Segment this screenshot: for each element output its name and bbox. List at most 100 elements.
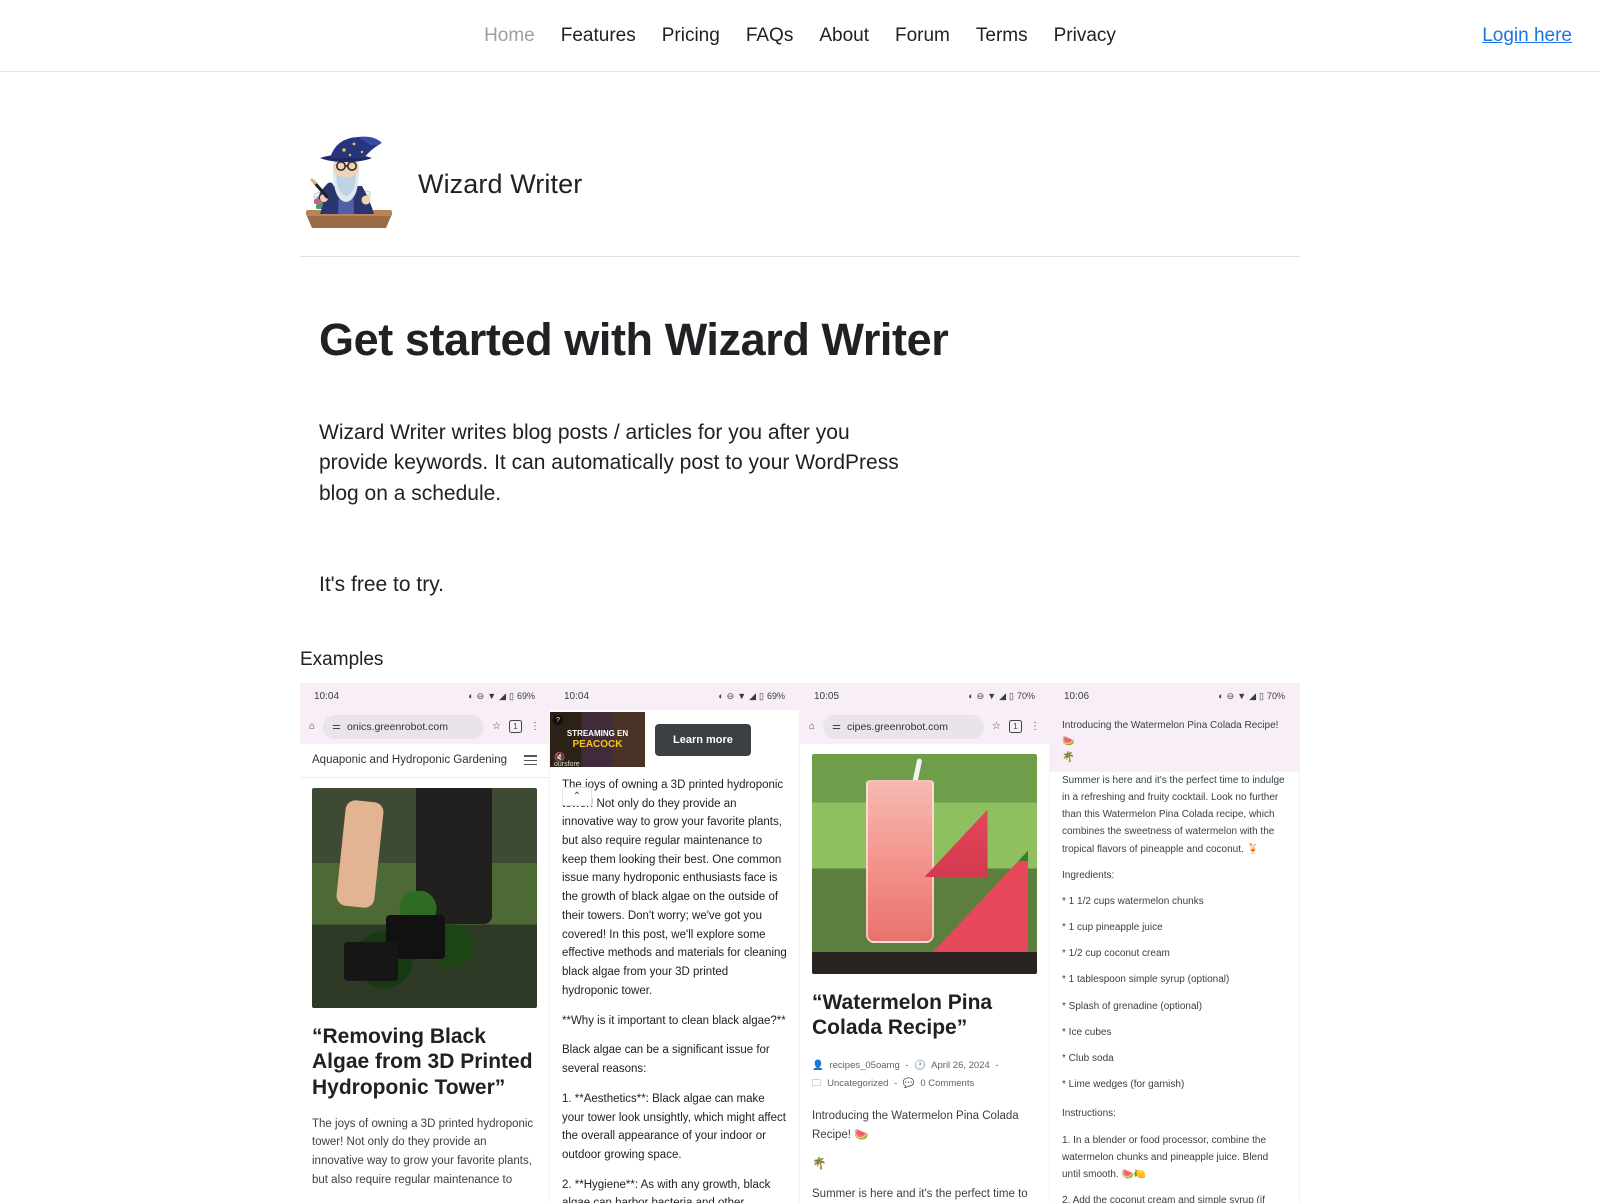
ingredient-item: * Club soda xyxy=(1062,1053,1114,1065)
phone-status-bar: 10:04 ◐ ⊖ ▼ ◢ ▯ 69% xyxy=(550,682,799,710)
tab-count-button[interactable]: 1 xyxy=(509,720,522,734)
ingredient-item: * 1 cup pineapple juice xyxy=(1062,922,1163,934)
example-screenshot-3[interactable]: 10:05 ◐ ⊖ ▼ ◢ ▯ 70% ⌂ ⚌ cipes.greenrobot… xyxy=(800,682,1050,1203)
page-title: Get started with Wizard Writer xyxy=(319,314,949,365)
comment-icon: 💬 xyxy=(902,1078,915,1090)
nav-link-about[interactable]: About xyxy=(819,25,869,47)
article-body: The joys of owning a 3D printed hydropon… xyxy=(312,1115,537,1190)
hero-paragraph: Wizard Writer writes blog posts / articl… xyxy=(319,421,899,505)
article-body: Introducing the Watermelon Pina Colada R… xyxy=(812,1107,1037,1203)
overflow-menu-icon[interactable]: ⋮ xyxy=(1030,721,1040,732)
article-paragraph: Summer is here and it's the perfect time… xyxy=(812,1187,1028,1200)
article-paragraph: Summer is here and it's the perfect time… xyxy=(1062,774,1285,855)
collapse-ad-chevron-up-icon[interactable]: ⌃ xyxy=(562,786,592,806)
battery-percent: 69% xyxy=(516,691,535,702)
address-bar[interactable]: ⚌ onics.greenrobot.com xyxy=(323,714,485,739)
nav-link-home[interactable]: Home xyxy=(484,25,535,47)
ingredient-item: * 1/2 cup coconut cream xyxy=(1062,948,1170,960)
ad-line-1: STREAMING EN xyxy=(566,728,629,738)
battery-icon: ▯ xyxy=(759,690,764,701)
nav-link-pricing[interactable]: Pricing xyxy=(662,25,720,47)
instructions-list: 1. In a blender or food processor, combi… xyxy=(1062,1132,1287,1203)
nav-link-terms[interactable]: Terms xyxy=(976,25,1028,47)
nav-links: Home Features Pricing FAQs About Forum T… xyxy=(484,25,1116,47)
hero-free-line: It's free to try. xyxy=(319,572,444,596)
article-emoji-line: 🌴 xyxy=(812,1158,827,1171)
ad-line-2: PEACOCK xyxy=(572,738,623,750)
status-icons: ◐ ⊖ ▼ ◢ ▯ 70% xyxy=(1218,691,1285,702)
login-link[interactable]: Login here xyxy=(1482,25,1572,47)
article-title: “Watermelon Pina Colada Recipe” xyxy=(812,990,993,1040)
address-bar-url: onics.greenrobot.com xyxy=(347,720,448,733)
phone-status-bar: 10:04 ◐ ⊖ ▼ ◢ ▯ 69% xyxy=(300,682,549,710)
article-title: “Removing Black Algae from 3D Printed Hy… xyxy=(312,1024,533,1100)
address-bar[interactable]: ⚌ cipes.greenrobot.com xyxy=(823,714,985,739)
do-not-disturb-icon: ⊖ xyxy=(726,690,735,701)
signal-icon: ◢ xyxy=(749,690,757,701)
brightness-icon: ◐ xyxy=(968,691,974,702)
home-icon[interactable]: ⌂ xyxy=(809,721,815,732)
do-not-disturb-icon: ⊖ xyxy=(976,690,985,701)
article-paragraph: Introducing the Watermelon Pina Colada R… xyxy=(812,1110,1019,1141)
page-body: Wizard Writer Get started with Wizard Wr… xyxy=(0,72,1600,1203)
status-time: 10:04 xyxy=(314,690,340,702)
article-meta-line-1: 👤 recipes_05oamg - 🕐 April 26, 2024 - xyxy=(812,1057,1037,1075)
status-time: 10:06 xyxy=(1064,690,1090,702)
bookmark-star-icon[interactable]: ☆ xyxy=(992,721,1001,732)
ingredient-item: * Ice cubes xyxy=(1062,1026,1112,1038)
article-list-item: 1. **Aesthetics**: Black algae can make … xyxy=(562,1092,786,1162)
nav-link-faqs[interactable]: FAQs xyxy=(746,25,794,47)
tab-count-button[interactable]: 1 xyxy=(1009,720,1022,734)
example-screenshot-1[interactable]: 10:04 ◐ ⊖ ▼ ◢ ▯ 69% ⌂ ⚌ onics.greenrobot… xyxy=(300,682,550,1203)
browser-omnibox-row: ⌂ ⚌ cipes.greenrobot.com ☆ 1 ⋮ xyxy=(800,709,1049,744)
article-subheading: **Why is it important to clean black alg… xyxy=(562,1014,786,1027)
home-icon[interactable]: ⌂ xyxy=(309,721,315,732)
learn-more-button[interactable]: Learn more xyxy=(655,723,751,756)
wifi-icon: ▼ xyxy=(737,691,747,702)
battery-icon: ▯ xyxy=(1009,690,1014,701)
brand-name: Wizard Writer xyxy=(418,168,583,199)
article-intro-line-1: Introducing the Watermelon Pina Colada R… xyxy=(1062,719,1279,747)
article-paragraph: Black algae can be a significant issue f… xyxy=(562,1044,770,1076)
brand-header: Wizard Writer xyxy=(300,72,1300,257)
wifi-icon: ▼ xyxy=(987,691,997,702)
example-screenshot-4[interactable]: 10:06 ◐ ⊖ ▼ ◢ ▯ 70% Introducing the Wate… xyxy=(1050,682,1300,1203)
bookmark-star-icon[interactable]: ☆ xyxy=(492,721,501,732)
status-icons: ◐ ⊖ ▼ ◢ ▯ 70% xyxy=(968,691,1035,702)
author-icon: 👤 xyxy=(812,1060,824,1072)
meta-category: Uncategorized xyxy=(827,1078,889,1090)
brightness-icon: ◐ xyxy=(468,691,474,702)
article-paragraph: The joys of owning a 3D printed hydropon… xyxy=(562,778,787,997)
ad-info-icon[interactable]: ? xyxy=(553,715,563,726)
article-list-item: 2. **Hygiene**: As with any growth, blac… xyxy=(562,1178,771,1203)
ingredient-item: * Splash of grenadine (optional) xyxy=(1062,1000,1203,1012)
example-screenshot-2[interactable]: 10:04 ◐ ⊖ ▼ ◢ ▯ 69% ? STREAMING EN PEACO… xyxy=(550,682,800,1203)
overflow-menu-icon[interactable]: ⋮ xyxy=(530,721,540,732)
hamburger-menu-icon[interactable] xyxy=(524,752,537,768)
signal-icon: ◢ xyxy=(499,690,507,701)
article-body: Summer is here and it's the perfect time… xyxy=(1062,772,1287,1203)
article-meta-line-2: 🗀 Uncategorized - 💬 0 Comments xyxy=(812,1075,1037,1093)
ingredient-item: * 1 tablespoon simple syrup (optional) xyxy=(1062,974,1230,986)
nav-link-privacy[interactable]: Privacy xyxy=(1054,25,1116,47)
wifi-icon: ▼ xyxy=(487,691,497,702)
do-not-disturb-icon: ⊖ xyxy=(476,690,485,701)
battery-percent: 70% xyxy=(1016,691,1035,702)
advertisement-banner[interactable]: ? STREAMING EN PEACOCK 🔇 oursfore Learn … xyxy=(550,709,799,770)
article-hero-image xyxy=(812,753,1037,974)
instruction-item: 1. In a blender or food processor, combi… xyxy=(1062,1134,1269,1180)
phone-status-bar: 10:06 ◐ ⊖ ▼ ◢ ▯ 70% xyxy=(1050,682,1299,710)
site-header: Aquaponic and Hydroponic Gardening xyxy=(300,744,549,778)
nav-link-forum[interactable]: Forum xyxy=(895,25,950,47)
address-bar-url: cipes.greenrobot.com xyxy=(847,720,948,733)
article-paragraph: The joys of owning a 3D printed hydropon… xyxy=(312,1117,534,1186)
browser-omnibox-row: ⌂ ⚌ onics.greenrobot.com ☆ 1 ⋮ xyxy=(300,709,549,744)
brightness-icon: ◐ xyxy=(1218,691,1224,702)
nav-link-features[interactable]: Features xyxy=(561,25,636,47)
battery-icon: ▯ xyxy=(1259,690,1264,701)
site-settings-icon: ⚌ xyxy=(332,721,342,733)
clock-icon: 🕐 xyxy=(914,1060,927,1072)
ingredient-item: * Lime wedges (for garnish) xyxy=(1062,1079,1185,1091)
meta-separator: - xyxy=(894,1078,898,1090)
ad-video-thumbnail[interactable]: ? STREAMING EN PEACOCK 🔇 oursfore xyxy=(550,712,645,768)
